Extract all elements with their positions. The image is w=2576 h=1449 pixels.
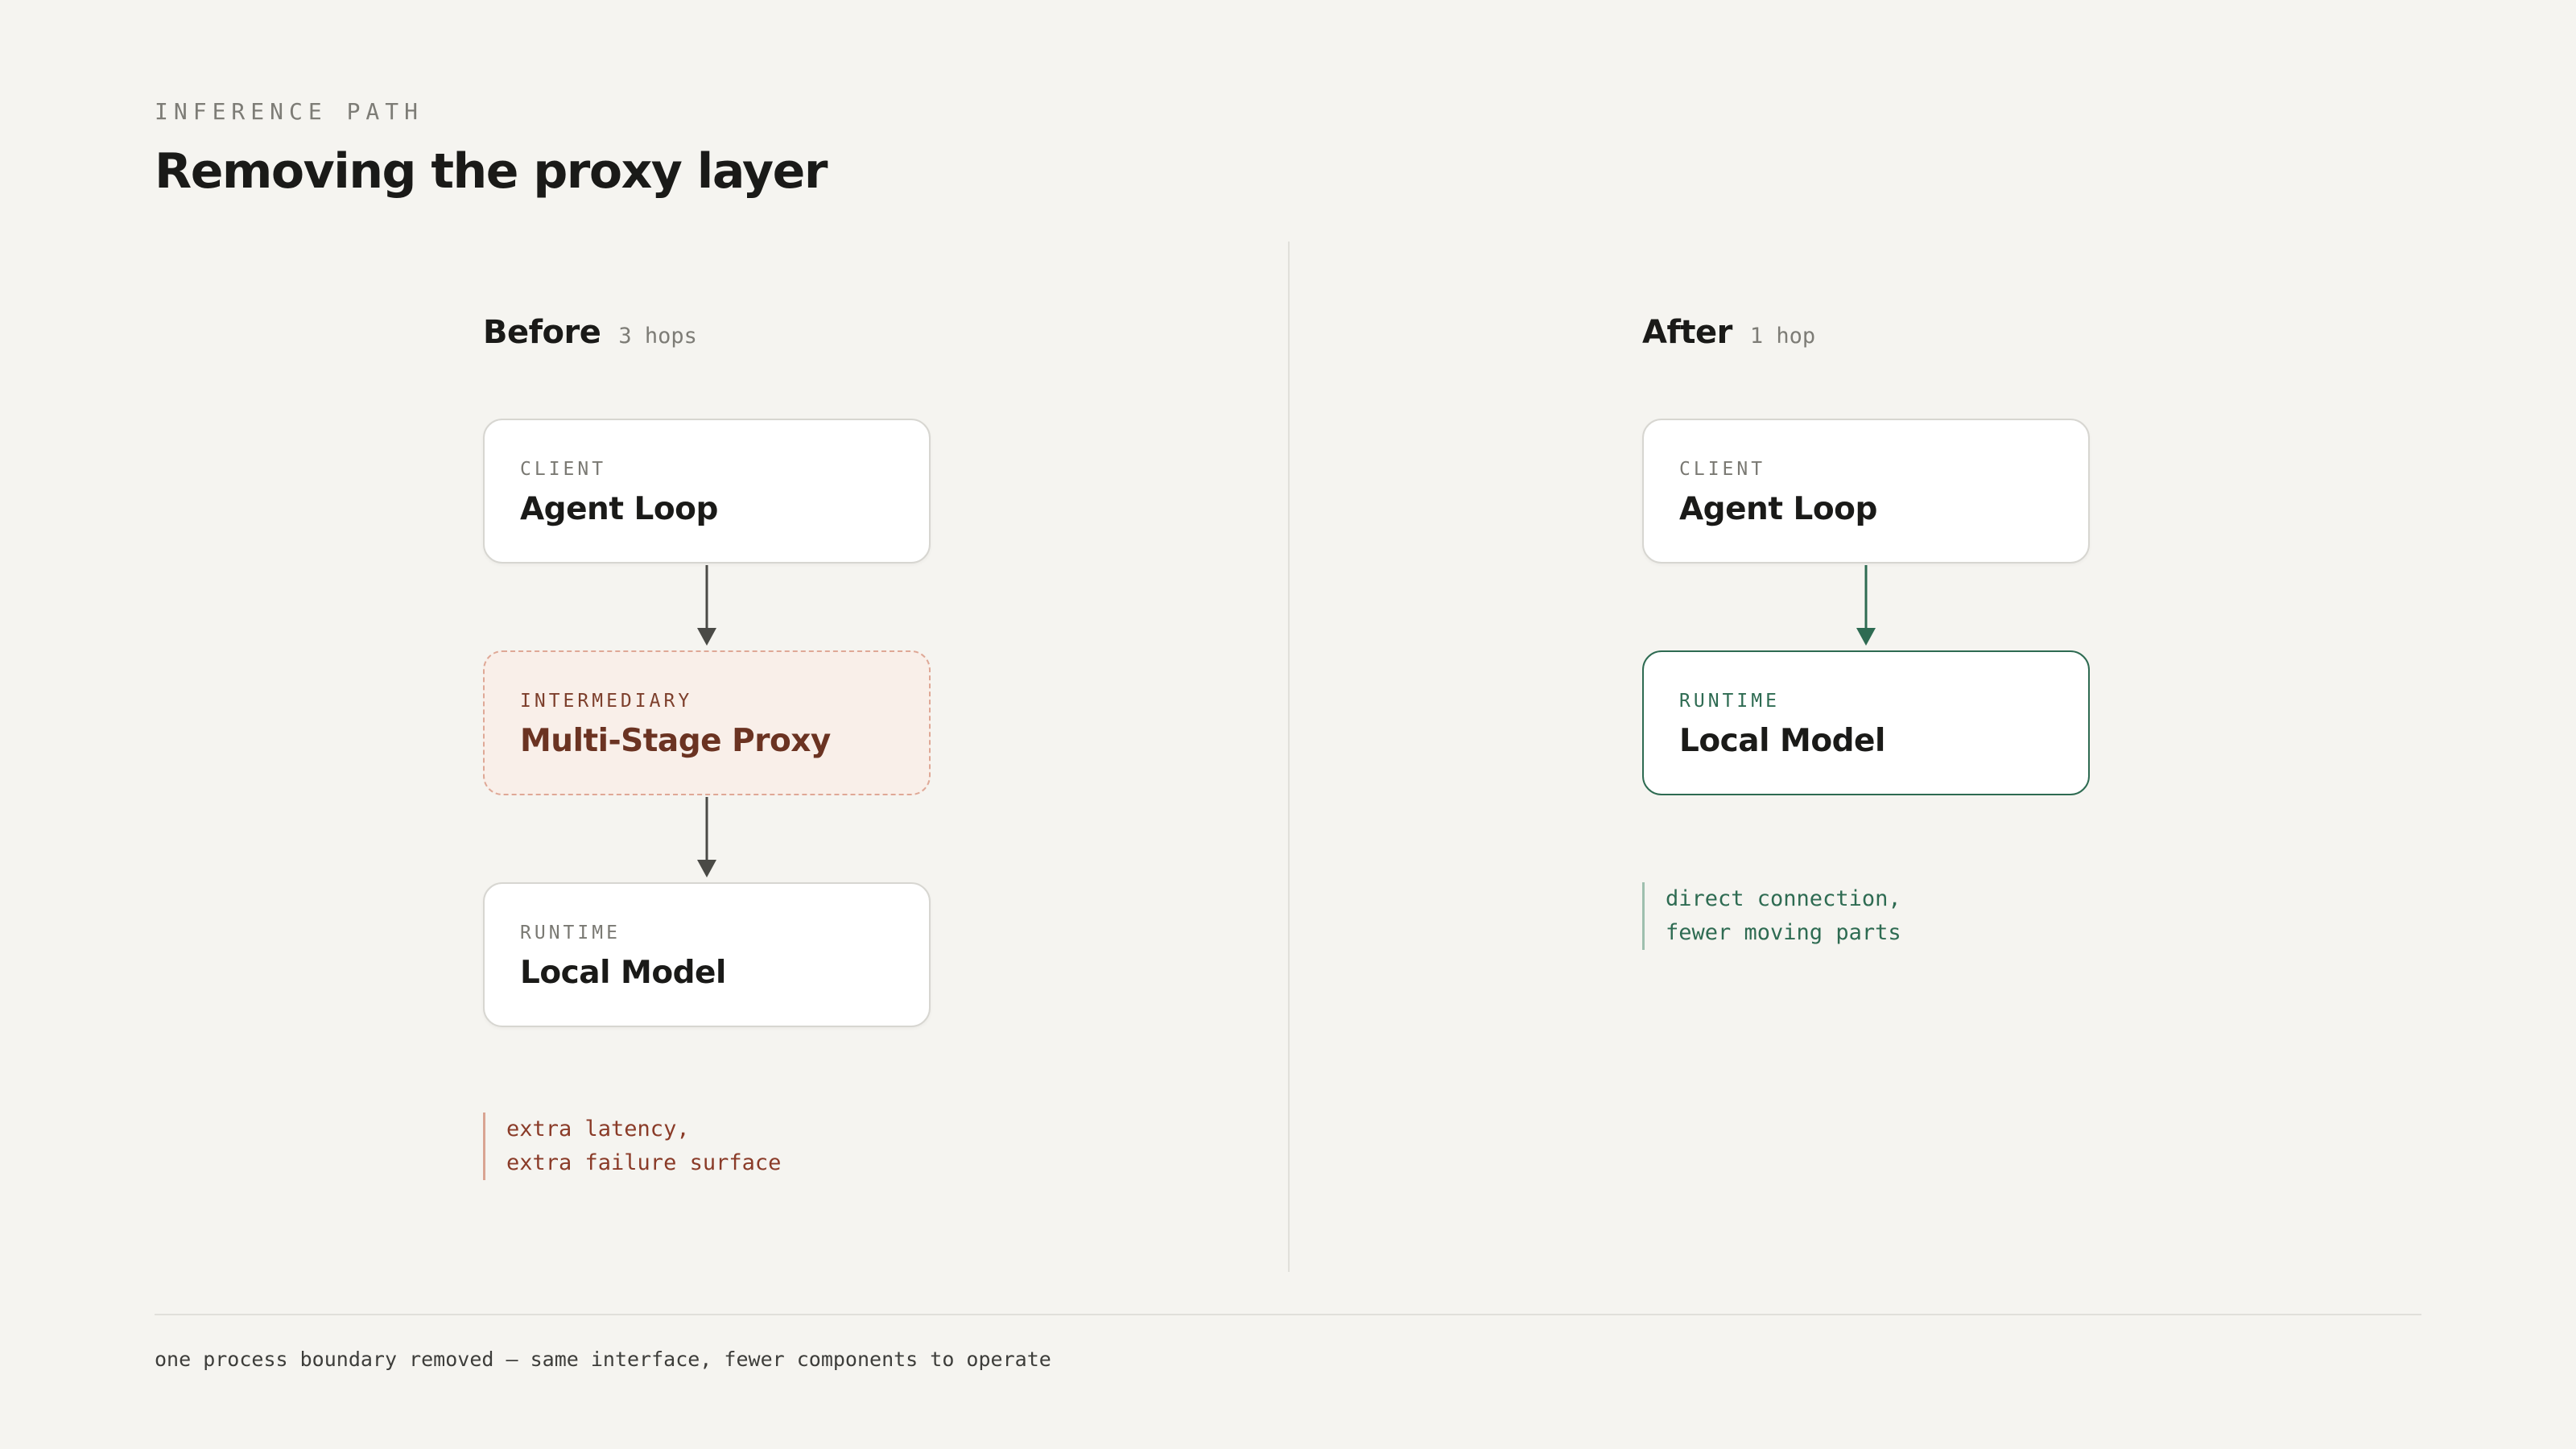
after-note-line: fewer moving parts bbox=[1666, 920, 1901, 945]
node-name: Agent Loop bbox=[520, 491, 718, 527]
after-client-node: CLIENT Agent Loop bbox=[1642, 419, 2090, 564]
node-kind-label: CLIENT bbox=[520, 459, 607, 480]
after-title: After bbox=[1642, 314, 1732, 351]
node-name: Local Model bbox=[520, 955, 726, 991]
after-hop-count: 1 hop bbox=[1749, 324, 1816, 349]
node-name: Agent Loop bbox=[1679, 491, 1877, 527]
node-kind-label: RUNTIME bbox=[520, 923, 621, 943]
before-note: extra latency, extra failure surface bbox=[483, 1113, 781, 1180]
arrow-down-icon bbox=[697, 797, 716, 877]
arrow-down-icon bbox=[1856, 565, 1876, 646]
node-name: Local Model bbox=[1679, 723, 1885, 759]
before-client-node: CLIENT Agent Loop bbox=[483, 419, 931, 564]
node-kind-label: INTERMEDIARY bbox=[520, 691, 693, 712]
footer-caption: one process boundary removed — same inte… bbox=[155, 1348, 1051, 1371]
before-note-line: extra failure surface bbox=[506, 1150, 782, 1175]
after-heading: After 1 hop bbox=[1642, 314, 1815, 351]
node-kind-label: RUNTIME bbox=[1679, 691, 1780, 712]
node-kind-label: CLIENT bbox=[1679, 459, 1766, 480]
before-hop-count: 3 hops bbox=[618, 324, 697, 349]
before-runtime-node: RUNTIME Local Model bbox=[483, 882, 931, 1027]
column-divider bbox=[1288, 242, 1290, 1272]
eyebrow-label: INFERENCE PATH bbox=[155, 98, 424, 125]
before-title: Before bbox=[483, 314, 601, 351]
arrow-down-icon bbox=[697, 565, 716, 646]
node-name: Multi-Stage Proxy bbox=[520, 723, 831, 759]
after-note-line: direct connection, bbox=[1666, 886, 1901, 911]
before-heading: Before 3 hops bbox=[483, 314, 697, 351]
footer-divider bbox=[155, 1314, 2421, 1315]
after-note: direct connection, fewer moving parts bbox=[1642, 882, 1901, 950]
after-runtime-node: RUNTIME Local Model bbox=[1642, 650, 2090, 795]
page-title: Removing the proxy layer bbox=[155, 143, 828, 200]
before-proxy-node: INTERMEDIARY Multi-Stage Proxy bbox=[483, 650, 931, 795]
before-note-line: extra latency, bbox=[506, 1117, 690, 1141]
